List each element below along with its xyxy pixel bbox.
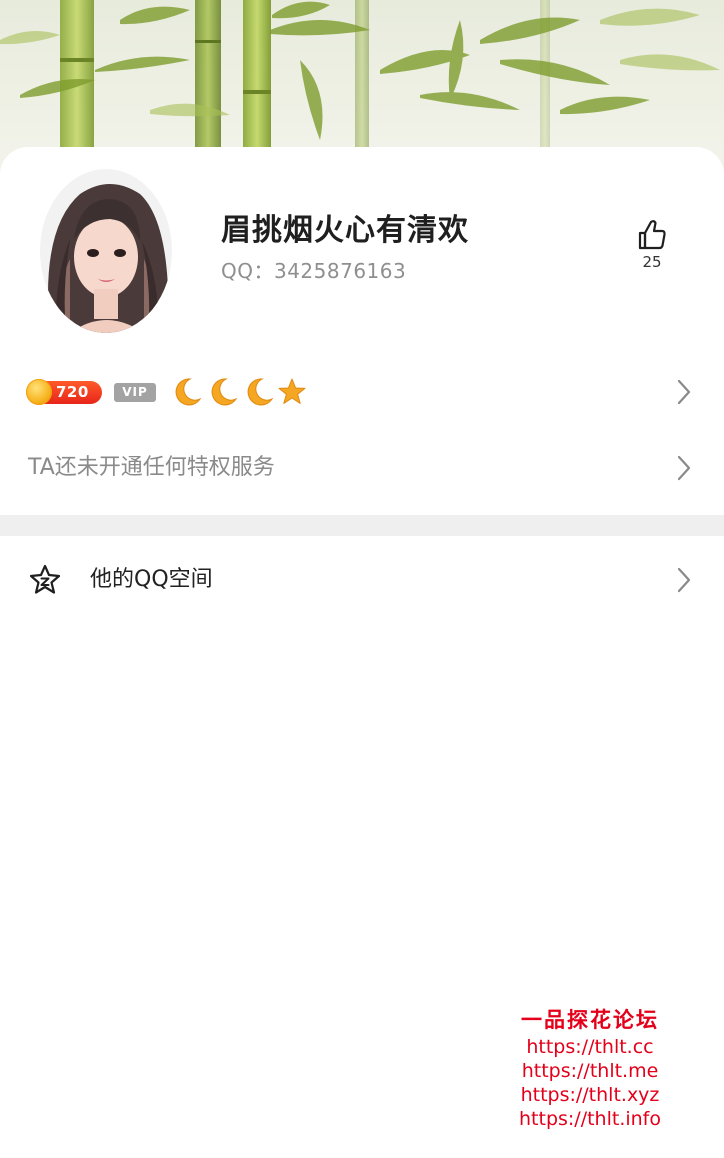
- watermark-url: https://thlt.info: [519, 1108, 661, 1130]
- thumbs-up-icon: [638, 220, 666, 250]
- level-row[interactable]: 720 VIP: [0, 369, 724, 415]
- privilege-service-row[interactable]: TA还未开通任何特权服务: [0, 443, 724, 497]
- avatar-photo: [40, 169, 172, 333]
- level-coin-badge: 720: [26, 379, 102, 405]
- nickname: 眉挑烟火心有清欢: [221, 213, 469, 248]
- vip-badge: VIP: [114, 383, 156, 402]
- like-count: 25: [642, 253, 662, 271]
- watermark-url: https://thlt.xyz: [520, 1084, 660, 1106]
- qzone-star-icon: [29, 564, 61, 594]
- avatar[interactable]: [40, 169, 172, 333]
- coin-value: 720: [56, 383, 89, 401]
- chevron-right-icon: [677, 455, 691, 481]
- watermark-url: https://thlt.cc: [526, 1036, 654, 1058]
- qzone-label: 他的QQ空间: [90, 567, 213, 592]
- chevron-right-icon: [677, 567, 691, 593]
- like-button[interactable]: 25: [630, 219, 674, 279]
- moon-icon: [170, 375, 204, 413]
- moon-icon: [206, 375, 240, 413]
- chevron-right-icon: [677, 379, 691, 405]
- privilege-status-text: TA还未开通任何特权服务: [28, 455, 275, 480]
- coin-icon: [26, 379, 52, 405]
- qq-number: QQ：3425876163: [221, 259, 407, 283]
- moon-icon: [242, 375, 276, 413]
- qzone-row[interactable]: 他的QQ空间: [0, 555, 724, 605]
- star-icon: [276, 375, 308, 413]
- watermark-title: 一品探花论坛: [521, 1007, 659, 1032]
- watermark-url: https://thlt.me: [521, 1060, 659, 1082]
- section-divider: [0, 515, 724, 536]
- watermark: 一品探花论坛 https://thlt.cc https://thlt.me h…: [470, 1005, 710, 1131]
